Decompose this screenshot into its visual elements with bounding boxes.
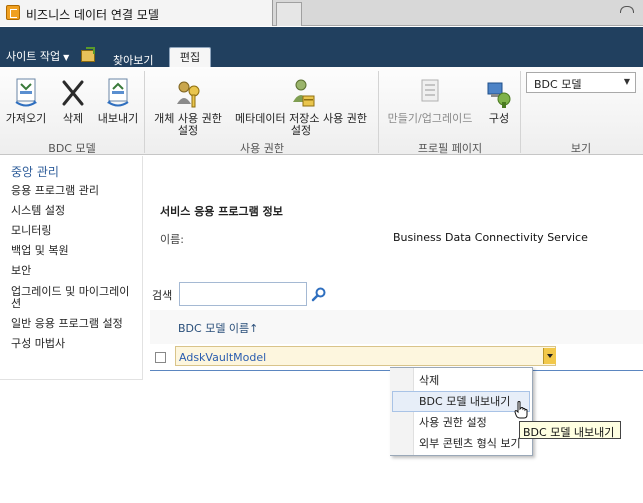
export-label: 내보내기 [97, 112, 139, 125]
site-actions-menu[interactable]: 사이트 작업 ▼ [6, 48, 69, 64]
group-label-permissions: 사용 권한 [240, 142, 284, 155]
permissions-key-icon [177, 81, 200, 108]
bdc-model-link[interactable]: AdskVaultModel [179, 351, 266, 364]
tab-edit[interactable]: 편집 [169, 47, 211, 68]
sharepoint-icon [6, 5, 20, 20]
import-label: 가져오기 [5, 112, 47, 125]
view-select[interactable]: BDC 모델 ▼ [526, 72, 636, 93]
delete-label: 삭제 [62, 112, 84, 125]
group-label-profile-pages: 프로필 페이지 [417, 142, 483, 155]
create-upgrade-button[interactable]: 만들기/업그레이드 [382, 78, 478, 125]
site-actions-label: 사이트 작업 [6, 50, 61, 63]
set-object-permissions-label-2: 설정 [177, 124, 199, 137]
chevron-down-icon: ▼ [623, 77, 630, 86]
menu-item-set-permissions[interactable]: 사용 권한 설정 [419, 417, 487, 429]
group-divider [520, 71, 521, 153]
export-button[interactable]: 내보내기 [94, 78, 142, 125]
nav-item-security[interactable]: 보안 [11, 265, 31, 277]
set-metadata-store-permissions-button[interactable]: 메타데이터 저장소 사용 권한 설정 [228, 78, 374, 137]
menu-item-view-external-content-types[interactable]: 외부 콘텐츠 형식 보기 [419, 438, 521, 450]
nav-item-configuration-wizards[interactable]: 구성 마법사 [11, 338, 65, 350]
nav-item-upgrade-migration[interactable]: 업그레이드 및 마이그레이 [11, 286, 129, 298]
row-menu-dropdown-button[interactable] [543, 348, 556, 364]
search-label: 검색 [152, 289, 173, 302]
nav-heading-central-admin[interactable]: 중앙 관리 [11, 163, 59, 180]
browser-toolbar-icon[interactable] [620, 6, 634, 18]
name-label: 이름: [160, 233, 184, 246]
set-object-permissions-button[interactable]: 개체 사용 권한 설정 [148, 78, 228, 137]
menu-item-delete[interactable]: 삭제 [419, 375, 439, 387]
configure-button[interactable]: 구성 [482, 78, 516, 125]
tab-browse[interactable]: 찾아보기 [113, 52, 153, 68]
export-icon [107, 78, 129, 107]
group-label-bdc-model: BDC 모델 [48, 142, 96, 155]
column-header-bdc-model-name[interactable]: BDC 모델 이름↑ [178, 320, 258, 336]
nav-item-upgrade-migration-wrap[interactable]: 션 [11, 298, 21, 310]
service-application-info-title: 서비스 응용 프로그램 정보 [160, 205, 283, 218]
nav-item-application-management[interactable]: 응용 프로그램 관리 [11, 185, 99, 197]
import-icon [15, 78, 37, 107]
chevron-down-icon: ▼ [63, 53, 70, 62]
nav-item-system-settings[interactable]: 시스템 설정 [11, 205, 65, 217]
nav-item-monitoring[interactable]: 모니터링 [11, 225, 51, 237]
metadata-permissions-icon [293, 79, 315, 107]
new-tab-button[interactable] [276, 2, 302, 26]
delete-icon [62, 80, 84, 106]
browser-tab-title: 비즈니스 데이터 연결 모델 [26, 8, 159, 22]
create-upgrade-icon [421, 79, 439, 102]
ribbon-header [0, 27, 643, 67]
menu-item-export-bdc-model[interactable]: BDC 모델 내보내기 [419, 396, 510, 408]
nav-item-backup-restore[interactable]: 백업 및 복원 [11, 245, 69, 257]
service-name-value: Business Data Connectivity Service [393, 231, 588, 244]
hand-cursor-icon [514, 401, 528, 419]
view-select-value: BDC 모델 [534, 78, 582, 91]
search-icon[interactable] [311, 286, 327, 302]
import-button[interactable]: 가져오기 [4, 78, 48, 125]
group-label-view: 보기 [570, 142, 592, 155]
navigate-up-icon[interactable] [81, 47, 95, 62]
configure-icon [487, 82, 511, 108]
configure-label: 구성 [488, 112, 510, 125]
search-input[interactable] [179, 282, 307, 306]
set-metadata-store-permissions-label-2: 설정 [290, 124, 312, 137]
group-divider [144, 71, 145, 153]
group-divider [378, 71, 379, 153]
delete-button[interactable]: 삭제 [57, 78, 89, 125]
row-checkbox[interactable] [155, 352, 166, 363]
browser-tab[interactable]: 비즈니스 데이터 연결 모델 [0, 0, 273, 26]
nav-item-general-application-settings[interactable]: 일반 응용 프로그램 설정 [11, 318, 123, 330]
tooltip: BDC 모델 내보내기 [519, 421, 621, 439]
create-upgrade-label: 만들기/업그레이드 [387, 112, 473, 125]
